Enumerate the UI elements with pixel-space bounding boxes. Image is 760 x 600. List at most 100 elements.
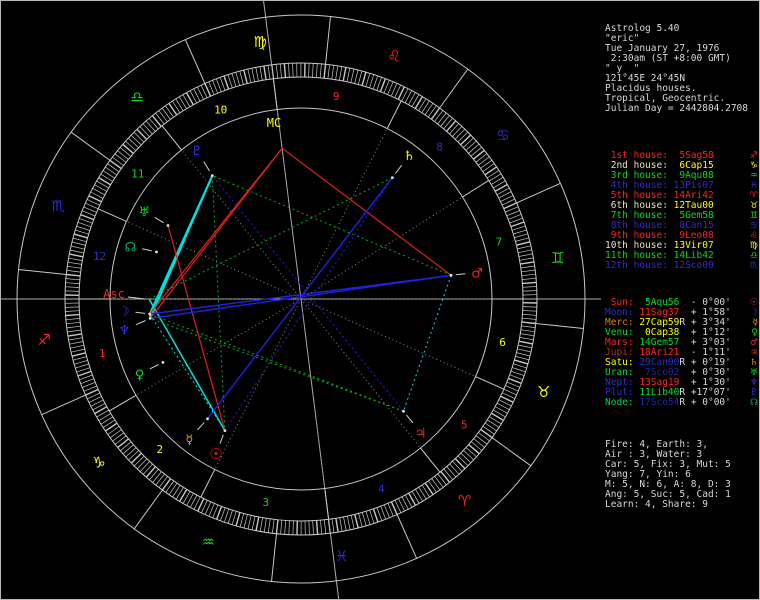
degree-tick [292,63,294,78]
degree-tick [437,112,447,125]
planet-degree-dot [391,176,394,180]
sign-glyph-icon: ♈ [458,492,471,510]
degree-tick [331,65,335,80]
degree-tick [516,352,531,357]
degree-tick [511,225,526,231]
degree-tick [100,416,113,425]
planet-glyph-node: ☊ [125,240,137,255]
degree-tick [520,333,535,337]
degree-tick [227,510,233,524]
degree-tick [158,110,168,123]
stats-line: Learn: 4, Share: 9 [605,499,708,510]
planet-position-value: 17Sco54 [639,397,680,408]
sign-glyph-icon: ♎ [131,88,144,106]
degree-tick [66,325,81,329]
sign-divider [271,533,277,582]
planet-glyph-jupiter: ♃ [415,427,427,442]
degree-tick [424,103,434,116]
degree-tick [71,348,85,353]
degree-tick [515,237,529,242]
degree-tick [335,65,339,80]
degree-tick [369,509,375,524]
degree-tick [518,344,532,349]
degree-tick [379,78,387,92]
house-cusp-spoke [300,298,476,378]
degree-tick [77,221,92,228]
degree-tick [65,282,80,284]
degree-tick [288,63,290,78]
degree-tick [70,249,84,254]
degree-tick [418,487,427,500]
degree-tick [114,153,127,163]
degree-tick [149,468,159,481]
house-number: 2 [156,443,163,456]
degree-tick [369,74,375,88]
degree-tick [421,100,430,113]
degree-tick [518,253,533,257]
sign-divider [133,489,163,530]
planet-glyph-mercury: ☿ [185,433,193,448]
degree-tick [315,520,319,535]
degree-tick [522,281,537,285]
degree-tick [130,452,142,464]
degree-tick [175,98,184,111]
degree-tick [74,359,88,365]
degree-tick [82,381,96,388]
degree-tick [372,75,379,90]
planet-pointer [135,320,146,326]
degree-tick [223,75,230,90]
degree-tick [477,156,490,166]
planet-pointer [197,422,205,431]
degree-tick [112,432,125,442]
degree-tick [139,126,150,137]
planet-icon: ☽ [749,308,758,318]
house-number: 5 [461,419,468,432]
sign-divider [535,323,584,329]
degree-tick [69,341,84,345]
degree-tick [323,519,327,534]
house-cusp-line [97,208,127,222]
planet-row: Node: 17Sco54 R + 0°00' ☊ [605,397,758,409]
degree-tick [478,432,490,442]
degree-tick [223,508,230,523]
degree-tick [75,229,89,235]
planet-icon: ♆ [749,378,758,388]
degree-tick [358,513,363,527]
degree-tick [512,367,526,373]
sign-glyph-icon: ♌ [387,47,400,65]
planet-glyph-uranus: ♅ [138,205,150,220]
degree-tick [145,466,157,478]
degree-tick [70,245,85,250]
degree-tick [468,143,480,154]
degree-tick [73,233,88,239]
degree-tick [508,213,522,220]
degree-tick [247,69,252,83]
degree-tick [136,458,148,470]
degree-tick [519,337,534,341]
degree-tick [312,63,314,78]
degree-tick [505,385,519,392]
degree-tick [69,253,84,258]
degree-tick [463,450,474,461]
angle-label-asc: Asc [103,287,125,301]
sign-glyph-icon: ♍ [253,33,266,51]
degree-tick [255,516,260,531]
degree-tick [65,313,80,317]
degree-tick [484,166,497,176]
degree-tick [361,71,367,86]
degree-tick [480,159,493,169]
degree-tick [521,269,536,273]
house-cusp-line [109,394,137,412]
aspect-line-mars-jupiter [403,275,452,412]
degree-tick [335,518,339,533]
planet-pointer [219,434,224,444]
degree-tick [522,310,537,312]
planet-glyph-neptune: ♆ [119,324,131,339]
degree-tick [212,80,219,94]
degree-tick [346,516,351,530]
degree-tick [72,237,87,243]
chart-info-header: Astrolog 5.40 "eric" Tue January 27, 1976 … [605,24,758,114]
aspect-line-mars-pluto [212,175,452,276]
planet-glyph-moon: ☽ [118,305,130,320]
degree-tick [320,520,323,535]
